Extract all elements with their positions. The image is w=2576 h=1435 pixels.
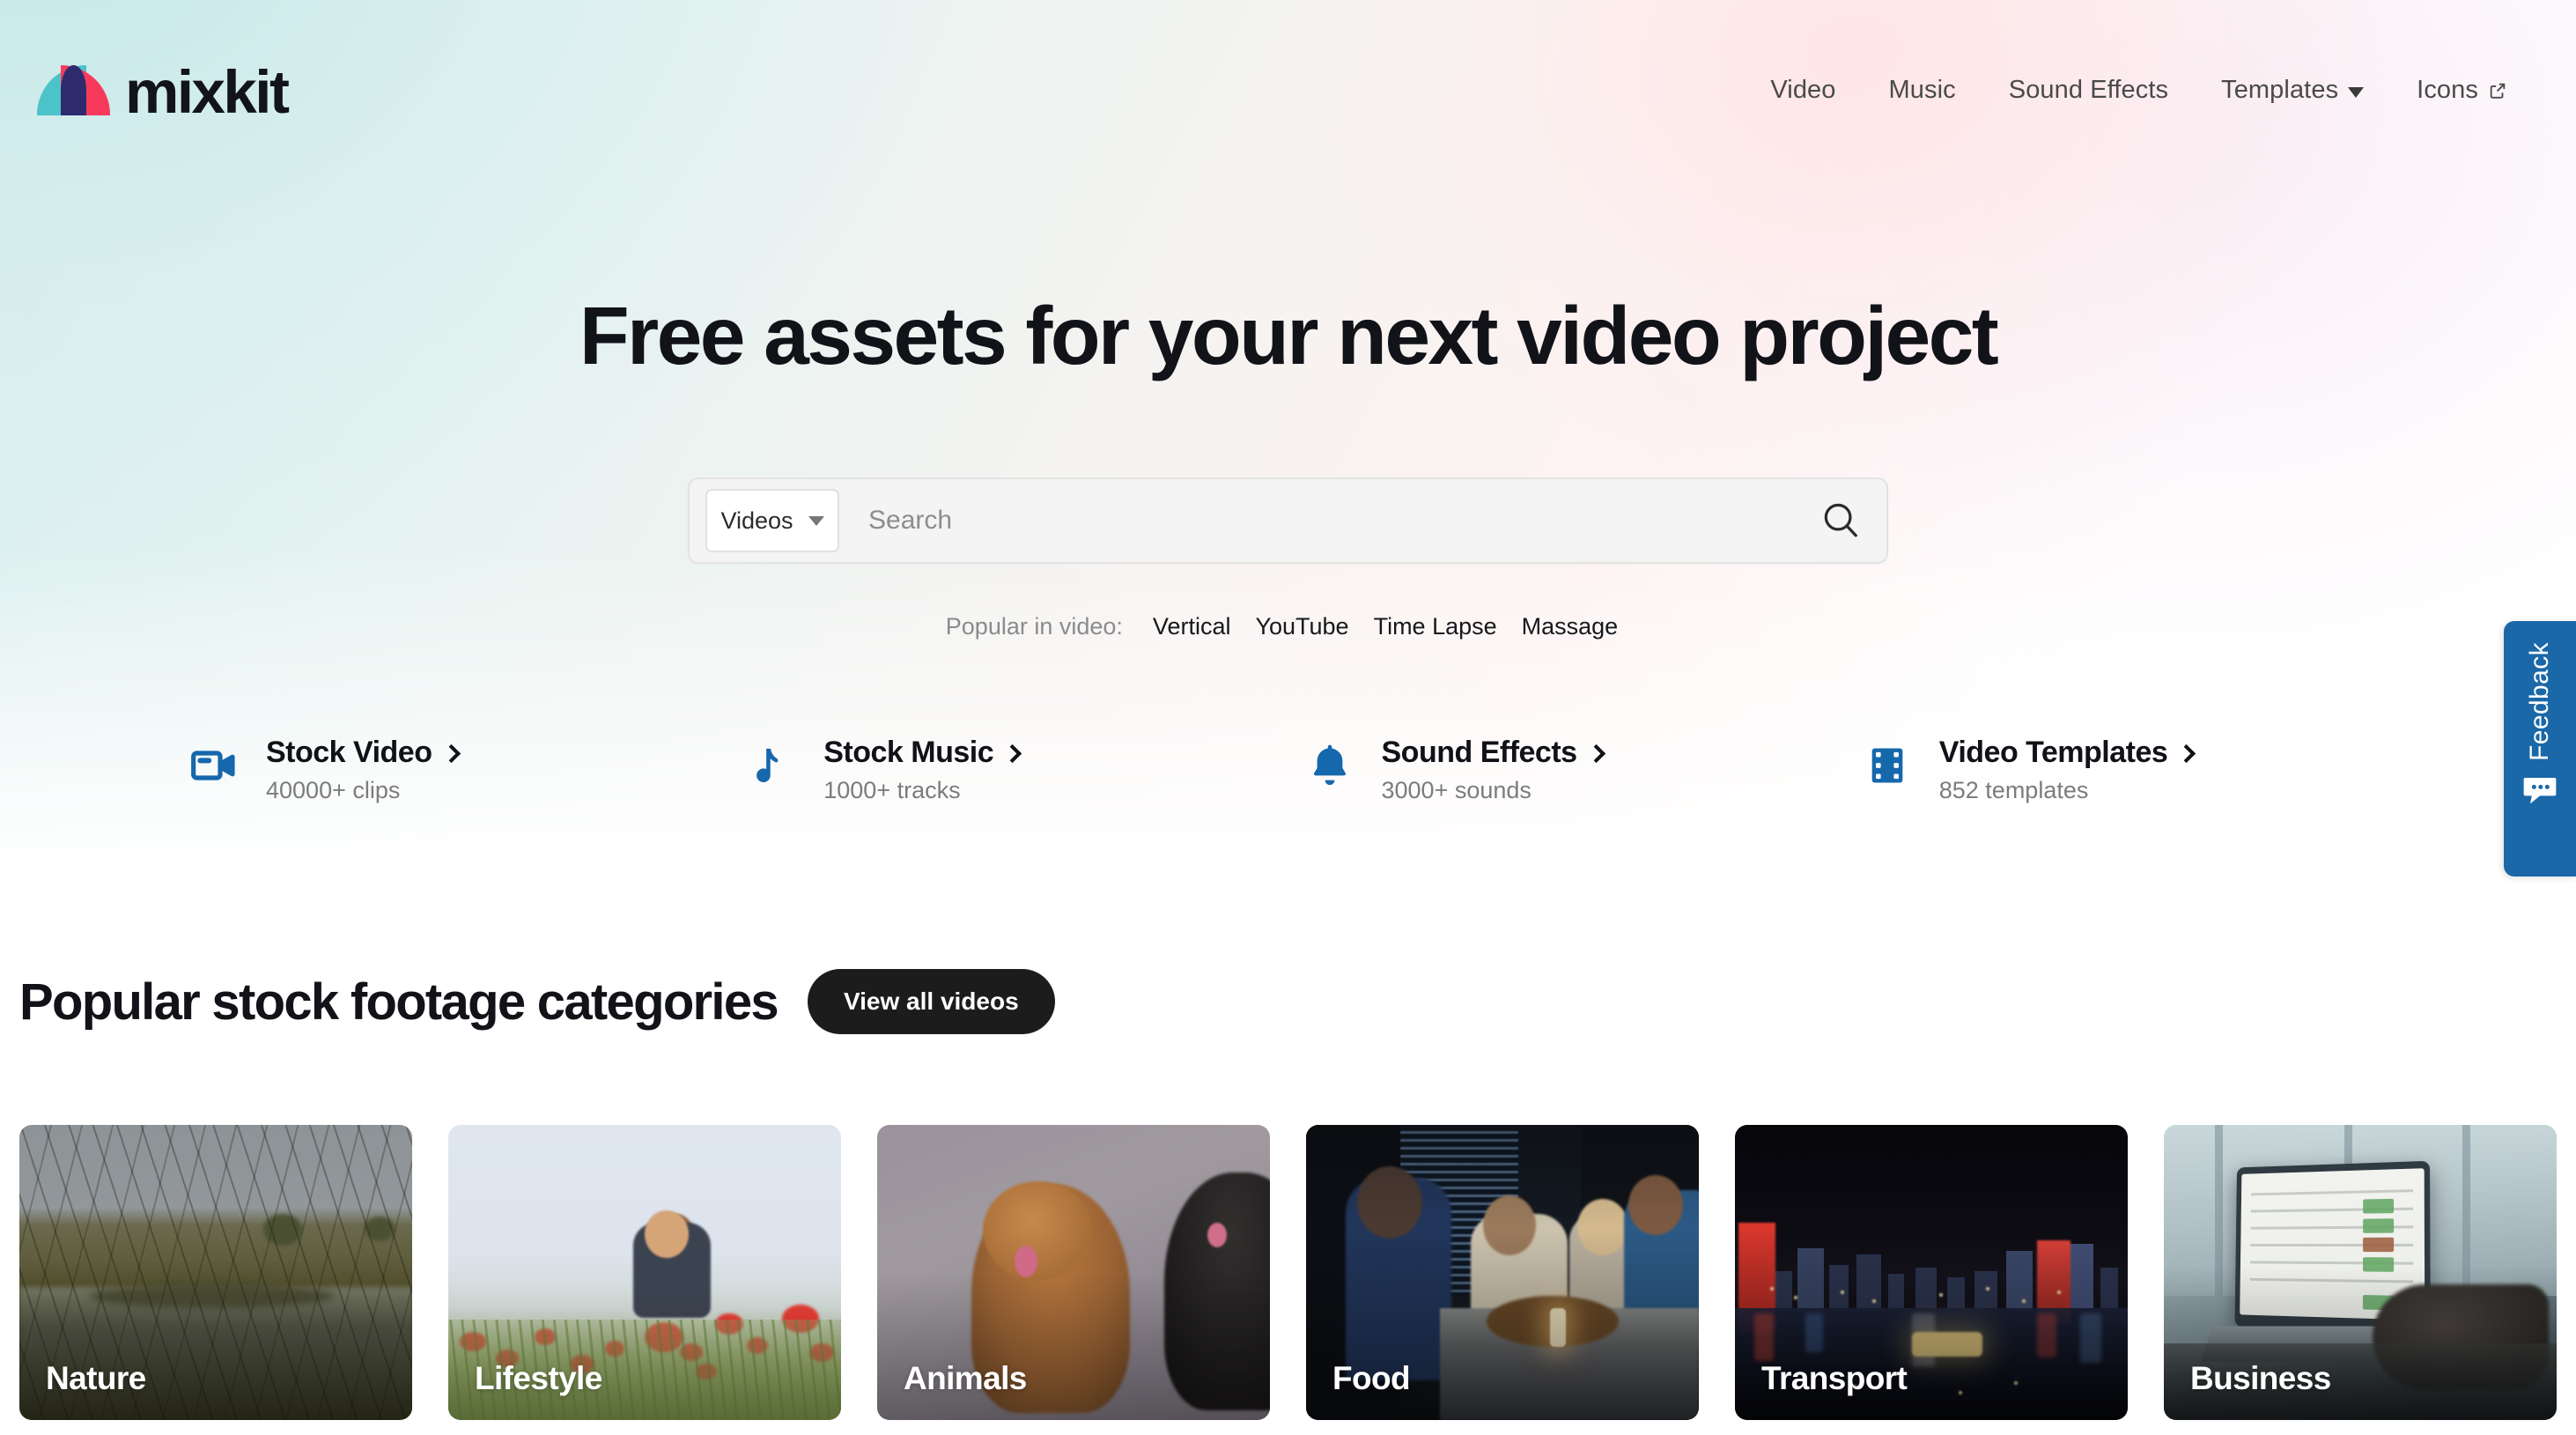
nav-item-icons[interactable]: Icons [2390, 76, 2534, 105]
chevron-right-icon [1586, 743, 1605, 764]
search-type-select[interactable]: Videos [705, 489, 839, 552]
chevron-down-icon [2348, 86, 2365, 98]
nav-item-templates[interactable]: Templates [2195, 76, 2390, 105]
category-label: Animals [904, 1360, 1027, 1396]
brand-wordmark: mixkit [125, 58, 290, 126]
popular-link-vertical[interactable]: Vertical [1153, 613, 1231, 640]
chevron-right-icon [1003, 743, 1022, 764]
chevron-right-icon [2177, 743, 2196, 764]
logo-navy-overlap [61, 65, 86, 115]
hero-title: Free assets for your next video project [579, 290, 1999, 381]
categories-header: Popular stock footage categories View al… [19, 969, 1055, 1034]
mixkit-logo-icon [37, 65, 110, 115]
music-note-icon [744, 736, 799, 795]
external-link-icon [2488, 78, 2507, 99]
quicklink-title: Stock Music [823, 736, 1022, 770]
site-header: mixkit Video Music Sound Effects Templat… [0, 0, 2576, 181]
feedback-label: Feedback [2525, 642, 2554, 761]
brand-logo[interactable]: mixkit [37, 57, 290, 126]
view-all-videos-button[interactable]: View all videos [807, 969, 1055, 1034]
quicklink-stock-music[interactable]: Stock Music 1000+ tracks [744, 736, 1302, 804]
search-bar: Videos [688, 477, 1888, 564]
nav-label: Video [1770, 76, 1836, 104]
search-input[interactable] [839, 489, 1809, 552]
chevron-down-icon [808, 515, 824, 526]
page-title: Popular stock footage categories [19, 973, 779, 1031]
nav-item-sound-effects[interactable]: Sound Effects [1982, 76, 2195, 105]
quicklink-title: Stock Video [266, 736, 461, 770]
film-strip-icon [1860, 736, 1915, 795]
popular-link-massage[interactable]: Massage [1522, 613, 1619, 640]
main-nav: Video Music Sound Effects Templates Icon… [1744, 76, 2534, 105]
category-label: Lifestyle [475, 1360, 602, 1396]
bell-icon [1303, 736, 1357, 795]
speech-bubble-icon [2522, 775, 2558, 805]
nav-label: Music [1888, 76, 1956, 104]
search-type-label: Videos [720, 507, 793, 534]
quicklink-count: 1000+ tracks [823, 777, 961, 803]
quicklink-title-text: Video Templates [1938, 736, 2168, 769]
nav-label: Icons [2417, 76, 2478, 104]
page-root: mixkit Video Music Sound Effects Templat… [0, 0, 2576, 1435]
category-label: Transport [1761, 1360, 1908, 1396]
quicklink-title-text: Sound Effects [1381, 736, 1578, 769]
popular-searches: Popular in video: Vertical YouTube Time Lap… [0, 613, 2576, 640]
popular-label: Popular in video: [945, 613, 1123, 640]
quicklink-count: 40000+ clips [266, 777, 401, 803]
chevron-right-icon [441, 743, 461, 764]
category-label: Nature [46, 1360, 146, 1396]
nav-item-video[interactable]: Video [1744, 76, 1862, 105]
quicklink-stock-video[interactable]: Stock Video 40000+ clips [187, 736, 744, 804]
nav-label: Templates [2221, 76, 2339, 104]
quicklink-title: Sound Effects [1381, 736, 1605, 770]
category-card-food[interactable]: Food [1306, 1125, 1699, 1420]
quicklink-title-text: Stock Video [266, 736, 432, 769]
feedback-tab[interactable]: Feedback [2504, 621, 2576, 877]
quicklink-title: Video Templates [1938, 736, 2196, 770]
category-card-business[interactable]: Business [2164, 1125, 2557, 1420]
video-camera-icon [187, 736, 241, 795]
quicklink-count: 3000+ sounds [1381, 777, 1532, 803]
quicklink-count: 852 templates [1938, 777, 2089, 803]
asset-type-links: Stock Video 40000+ clips Stock Music 100… [0, 736, 2576, 804]
nav-label: Sound Effects [2008, 76, 2169, 104]
popular-link-time-lapse[interactable]: Time Lapse [1374, 613, 1497, 640]
nav-item-music[interactable]: Music [1863, 76, 1982, 105]
quicklink-sound-effects[interactable]: Sound Effects 3000+ sounds [1303, 736, 1860, 804]
category-card-transport[interactable]: Transport [1735, 1125, 2128, 1420]
category-card-animals[interactable]: Animals [877, 1125, 1270, 1420]
category-card-grid: Nature Lifestyle Animals Food Transport … [19, 1125, 2557, 1420]
search-icon [1820, 499, 1861, 543]
quicklink-title-text: Stock Music [823, 736, 994, 769]
search-submit-button[interactable] [1809, 489, 1872, 552]
quicklink-video-templates[interactable]: Video Templates 852 templates [1860, 736, 2417, 804]
category-label: Business [2190, 1360, 2331, 1396]
category-label: Food [1332, 1360, 1411, 1396]
category-card-nature[interactable]: Nature [19, 1125, 412, 1420]
category-card-lifestyle[interactable]: Lifestyle [448, 1125, 841, 1420]
popular-link-youtube[interactable]: YouTube [1255, 613, 1348, 640]
